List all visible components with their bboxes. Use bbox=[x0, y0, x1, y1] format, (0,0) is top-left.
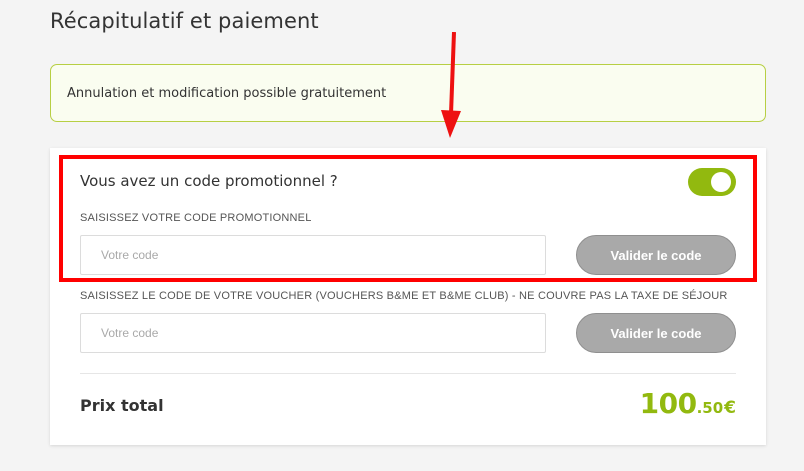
price-currency: € bbox=[724, 398, 736, 418]
promo-code-question: Vous avez un code promotionnel ? bbox=[80, 172, 338, 190]
validate-promo-code-button[interactable]: Valider le code bbox=[576, 235, 736, 275]
cancellation-notice: Annulation et modification possible grat… bbox=[50, 64, 766, 122]
promo-code-input[interactable] bbox=[80, 235, 546, 275]
total-price: 100 .50 € bbox=[640, 387, 736, 420]
price-integer: 100 bbox=[639, 387, 697, 420]
voucher-code-input[interactable] bbox=[80, 313, 546, 353]
cancellation-notice-text: Annulation et modification possible grat… bbox=[67, 85, 387, 101]
promo-code-toggle[interactable] bbox=[688, 168, 736, 196]
divider bbox=[80, 373, 736, 374]
validate-voucher-code-button[interactable]: Valider le code bbox=[576, 313, 736, 353]
payment-summary-page: Récapitulatif et paiement Annulation et … bbox=[0, 0, 804, 471]
page-title: Récapitulatif et paiement bbox=[50, 9, 319, 33]
total-price-label: Prix total bbox=[80, 396, 164, 415]
voucher-code-label: SAISISSEZ LE CODE DE VOTRE VOUCHER (VOUC… bbox=[80, 290, 728, 302]
promo-code-label: SAISISSEZ VOTRE CODE PROMOTIONNEL bbox=[80, 212, 312, 224]
price-decimal: .50 bbox=[696, 399, 724, 417]
toggle-knob bbox=[711, 172, 731, 192]
